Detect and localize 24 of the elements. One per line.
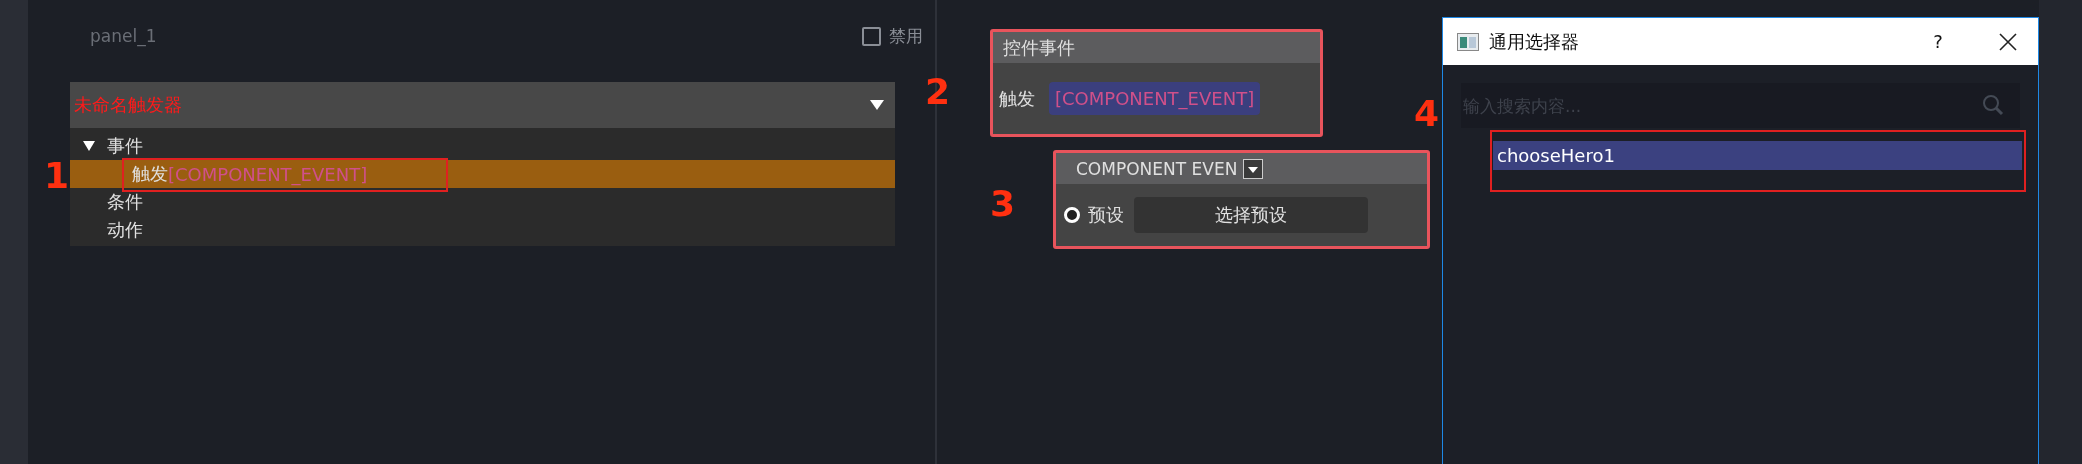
tree-item[interactable]: 事件 — [70, 132, 895, 160]
tree-item[interactable]: 触发[COMPONENT_EVENT] — [70, 160, 895, 188]
panel-title: panel_1 — [90, 26, 157, 46]
dropdown-icon[interactable] — [1243, 158, 1264, 179]
window-icon — [1457, 32, 1479, 51]
dropdown-arrow-icon — [869, 99, 885, 111]
select-preset-button[interactable]: 选择预设 — [1134, 197, 1368, 233]
preset-node[interactable]: COMPONENT EVEN 预设 选择预设 — [1053, 150, 1430, 249]
annotation-number: 1 — [44, 158, 70, 194]
preset-radio[interactable]: 预设 — [1064, 203, 1124, 227]
help-button[interactable]: ? — [1908, 21, 1968, 62]
tree-item[interactable]: 条件 — [70, 188, 895, 216]
dialog-title: 通用选择器 — [1489, 29, 1580, 54]
close-icon — [1999, 32, 2017, 51]
disable-checkbox[interactable]: 禁用 — [862, 24, 923, 48]
list-item[interactable]: chooseHero1 — [1493, 141, 2022, 170]
tree-item[interactable]: 动作 — [70, 216, 895, 244]
field-label: 触发 — [999, 86, 1035, 111]
event-node[interactable]: 控件事件 触发 [COMPONENT_EVENT] — [990, 29, 1323, 137]
annotation-number: 3 — [990, 186, 1016, 222]
node-title: COMPONENT EVEN — [1076, 158, 1238, 179]
node-title: 控件事件 — [1003, 35, 1075, 60]
annotation-number: 4 — [1414, 96, 1440, 132]
annotation-number: 2 — [925, 74, 951, 110]
